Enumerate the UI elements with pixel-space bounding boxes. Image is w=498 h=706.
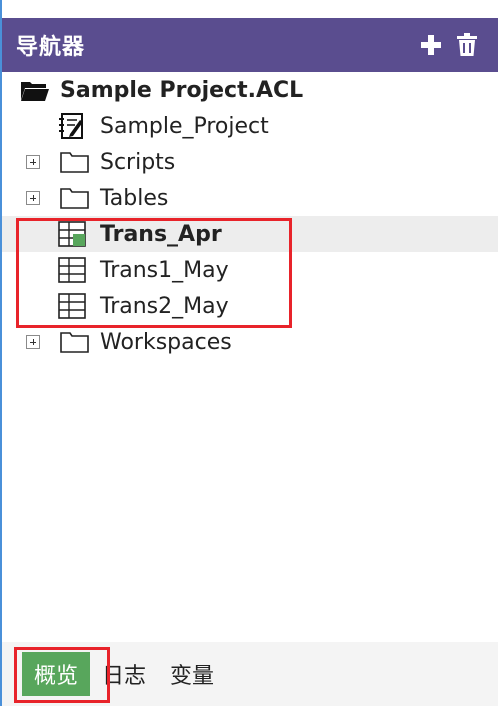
- tree-item-label: Sample_Project: [100, 113, 269, 139]
- navigator-panel: 导航器 Sample Project.ACL Sample_Project Sc…: [0, 0, 498, 706]
- table-icon: [58, 292, 88, 320]
- folder-icon: [60, 184, 90, 212]
- open-folder-icon: [20, 76, 50, 104]
- folder-icon: [60, 148, 90, 176]
- tree-item-trans-apr[interactable]: Trans_Apr: [2, 216, 498, 252]
- navigator-header: 导航器: [2, 18, 498, 72]
- expand-toggle[interactable]: [26, 335, 40, 349]
- tree-item-scripts[interactable]: Scripts: [2, 144, 498, 180]
- trash-icon[interactable]: [454, 32, 480, 58]
- expand-toggle[interactable]: [26, 191, 40, 205]
- tab-overview[interactable]: 概览: [22, 652, 91, 696]
- tree-item-label: Scripts: [100, 149, 176, 175]
- table-icon: [58, 256, 88, 284]
- tree-item-label: Workspaces: [100, 329, 232, 355]
- top-strip: [2, 0, 498, 18]
- tab-log[interactable]: 日志: [102, 658, 146, 690]
- tab-variables[interactable]: 变量: [170, 658, 214, 690]
- navigator-title: 导航器: [16, 35, 86, 60]
- project-tree: Sample Project.ACL Sample_Project Script…: [2, 72, 498, 360]
- script-icon: [58, 112, 88, 140]
- tree-item-label: Trans1_May: [100, 257, 229, 283]
- tree-item-sample-project[interactable]: Sample_Project: [2, 108, 498, 144]
- bottom-tabs: 概览 日志 变量: [2, 642, 498, 706]
- header-actions: [418, 32, 498, 58]
- tree-item-tables[interactable]: Tables: [2, 180, 498, 216]
- tree-item-trans2-may[interactable]: Trans2_May: [2, 288, 498, 324]
- tree-root-label: Sample Project.ACL: [60, 77, 304, 103]
- tree-item-label: Trans2_May: [100, 293, 229, 319]
- folder-icon: [60, 328, 90, 356]
- tree-item-workspaces[interactable]: Workspaces: [2, 324, 498, 360]
- tree-item-trans1-may[interactable]: Trans1_May: [2, 252, 498, 288]
- tree-root[interactable]: Sample Project.ACL: [2, 72, 498, 108]
- tree-item-label: Tables: [100, 185, 169, 211]
- expand-toggle[interactable]: [26, 155, 40, 169]
- tree-item-label: Trans_Apr: [100, 221, 222, 247]
- plus-icon[interactable]: [418, 32, 444, 58]
- table-active-icon: [58, 220, 88, 248]
